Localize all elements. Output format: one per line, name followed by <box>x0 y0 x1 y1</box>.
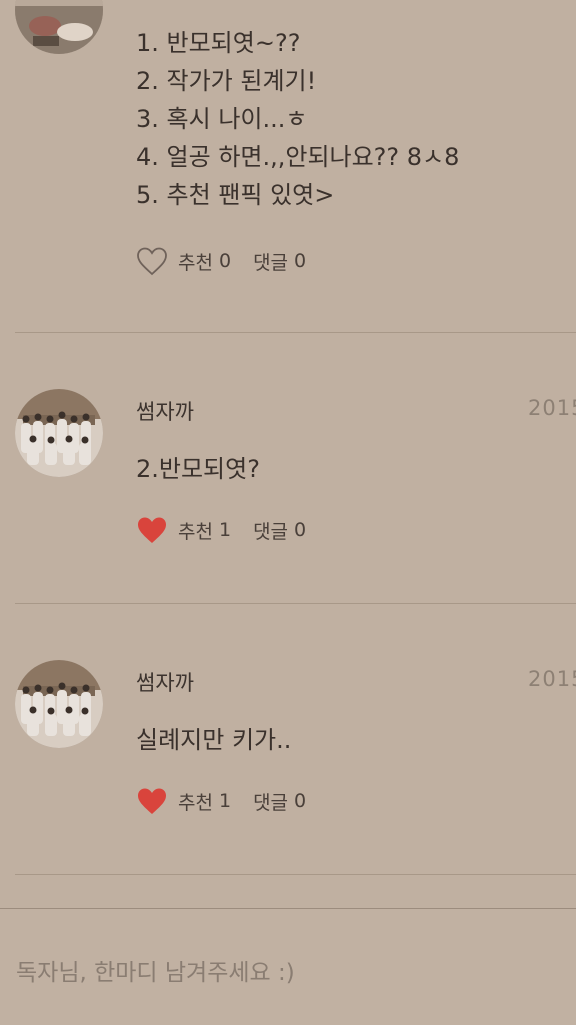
recommend-count: 1 <box>218 790 232 812</box>
recommend-label: 추천 <box>178 520 213 543</box>
recommend-button[interactable]: 추천 0 <box>136 246 231 276</box>
comment-line: 1. 반모되엿~?? <box>136 29 301 57</box>
comment-text: 2.반모되엿? <box>136 455 260 483</box>
avatar[interactable] <box>15 660 103 748</box>
reply-label: 댓글 <box>253 520 289 543</box>
recommend-count: 0 <box>218 250 232 272</box>
reply-button[interactable]: 댓글 0 <box>253 248 306 275</box>
comment-text: 실례지만 키가.. <box>136 726 292 754</box>
comment-line: 3. 혹시 나이...ㅎ <box>136 105 308 133</box>
reply-label: 댓글 <box>253 791 289 814</box>
comment-item: 썸자까 2015 2.반모되엿? 추천 1 댓글 0 <box>0 333 576 603</box>
reply-count: 0 <box>294 790 307 812</box>
reply-button[interactable]: 댓글 0 <box>253 517 306 544</box>
reply-count: 0 <box>294 519 307 541</box>
recommend-button[interactable]: 추천 1 <box>136 515 231 545</box>
comment-author[interactable]: 썸자까 <box>136 396 194 426</box>
reply-button[interactable]: 댓글 0 <box>253 788 306 815</box>
comment-author[interactable]: 썸자까 <box>136 667 194 697</box>
comment-date: 2015 <box>528 396 576 420</box>
comment-line: 2. 작가가 된계기! <box>136 67 317 95</box>
recommend-button[interactable]: 추천 1 <box>136 786 231 816</box>
comment-input-placeholder[interactable]: 독자님, 한마디 남겨주세요 :) <box>16 953 295 987</box>
comment-item: 썸자까 2015 실례지만 키가.. 추천 1 댓글 0 <box>0 604 576 874</box>
comment-input-bar[interactable]: 독자님, 한마디 남겨주세요 :) <box>0 908 576 1025</box>
recommend-count: 1 <box>218 519 232 541</box>
comment-actions: 추천 0 댓글 0 <box>136 244 306 278</box>
comment-text: 1. 반모되엿~?? 2. 작가가 된계기! 3. 혹시 나이...ㅎ 4. 얼… <box>136 24 459 214</box>
comment-line: 4. 얼공 하면.,,안되나요?? 8ㅅ8 <box>136 143 460 171</box>
comment-item: 1. 반모되엿~?? 2. 작가가 된계기! 3. 혹시 나이...ㅎ 4. 얼… <box>0 0 576 332</box>
heart-filled-icon <box>138 788 166 814</box>
heart-outline-icon <box>137 247 167 276</box>
recommend-label: 추천 <box>178 251 213 274</box>
recommend-label: 추천 <box>178 791 213 814</box>
comment-date: 2015 <box>528 667 576 691</box>
reply-label: 댓글 <box>253 251 289 274</box>
heart-filled-icon <box>138 517 166 543</box>
comment-line: 5. 추천 팬픽 있엿> <box>136 181 335 209</box>
comment-actions: 추천 1 댓글 0 <box>136 513 306 547</box>
avatar[interactable] <box>15 389 103 477</box>
avatar[interactable] <box>15 0 103 54</box>
comment-actions: 추천 1 댓글 0 <box>136 784 306 818</box>
divider <box>15 874 576 875</box>
reply-count: 0 <box>294 250 307 272</box>
